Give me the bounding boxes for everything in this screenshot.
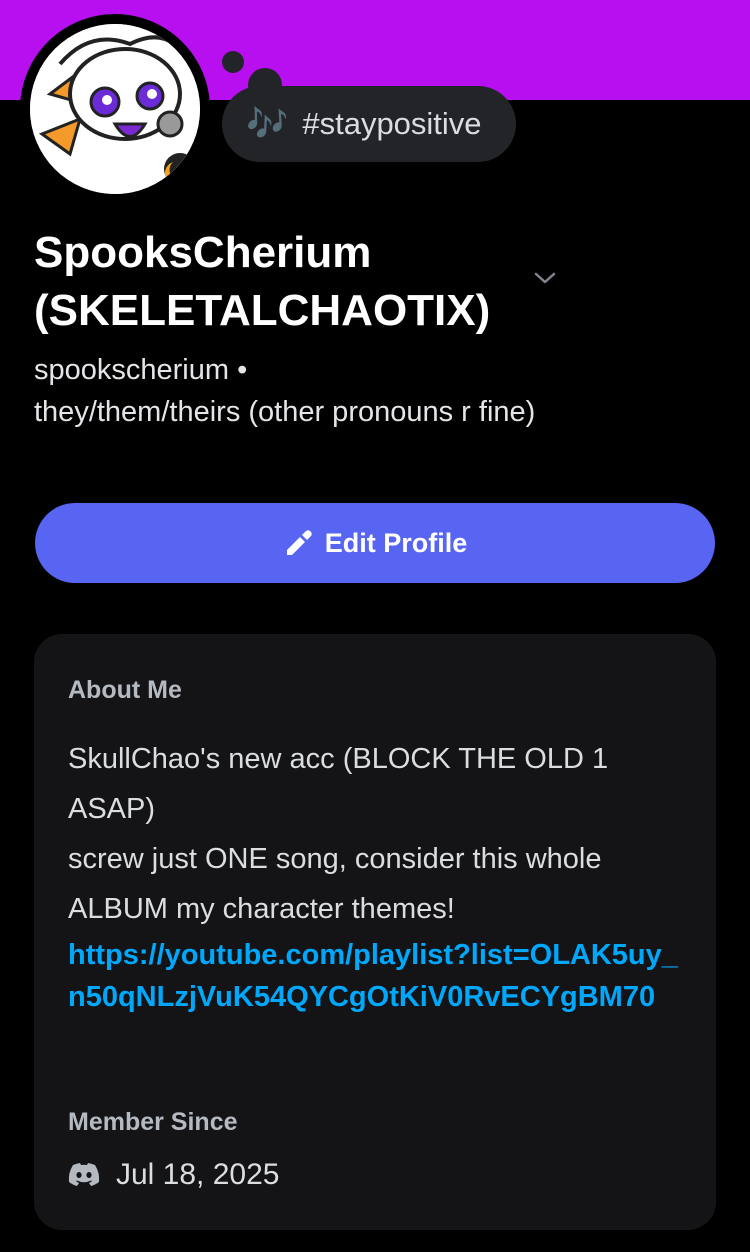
profile-info-card: About Me SkullChao's new acc (BLOCK THE … [34, 634, 716, 1230]
playlist-link[interactable]: https://youtube.com/playlist?list=OLAK5u… [68, 934, 688, 1018]
status-thought-dot-small [222, 51, 244, 73]
member-since-row: Jul 18, 2025 [68, 1158, 279, 1192]
pencil-icon [286, 530, 312, 555]
member-since-date: Jul 18, 2025 [116, 1158, 280, 1191]
bio-line: ASAP) [68, 793, 156, 825]
chevron-down-icon[interactable] [532, 268, 558, 288]
about-me-title: About Me [68, 676, 182, 704]
about-me-text: SkullChao's new acc (BLOCK THE OLD 1 ASA… [68, 734, 688, 1018]
music-notes-icon: 🎶 [246, 104, 289, 144]
edit-profile-button[interactable]: Edit Profile [35, 503, 715, 583]
username: spookscherium • [34, 354, 248, 386]
discord-icon [68, 1163, 100, 1186]
display-name-line1: SpooksCherium [34, 228, 372, 277]
display-name-line2: (SKELETALCHAOTIX) [34, 286, 491, 335]
bio-line: screw just ONE song, consider this whole [68, 843, 602, 875]
display-name: SpooksCherium (SKELETALCHAOTIX) [34, 224, 534, 340]
avatar-image [30, 24, 200, 194]
avatar[interactable] [30, 24, 200, 194]
bio-line: SkullChao's new acc (BLOCK THE OLD 1 [68, 743, 609, 775]
pronouns: they/them/theirs (other pronouns r fine) [34, 396, 536, 428]
bio-line: ALBUM my character themes! [68, 893, 455, 925]
edit-profile-label: Edit Profile [324, 527, 468, 558]
custom-status-bubble[interactable]: 🎶 #staypositive [222, 86, 516, 162]
custom-status-text: #staypositive [302, 106, 482, 141]
member-since-title: Member Since [68, 1108, 238, 1136]
